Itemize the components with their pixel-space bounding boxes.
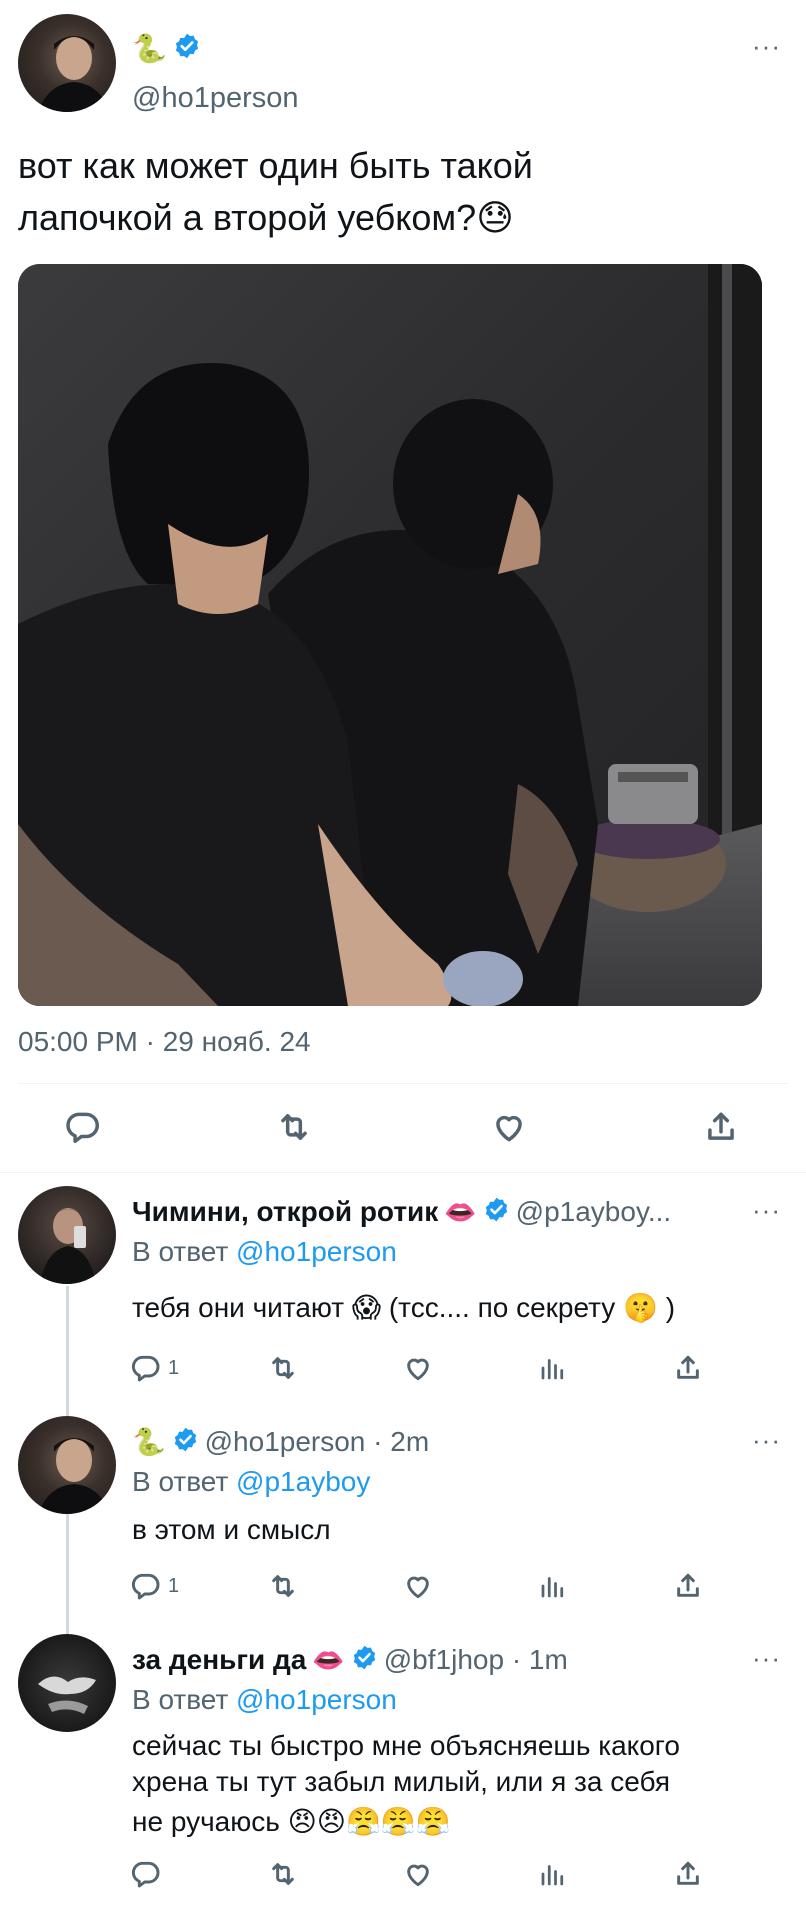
reply-prefix: В ответ [132, 1466, 229, 1497]
retweet-button[interactable] [266, 1570, 300, 1602]
avatar-photo-icon [38, 36, 110, 112]
share-button[interactable] [672, 1858, 704, 1890]
retweet-button[interactable] [266, 1858, 300, 1890]
reply-icon [131, 1355, 160, 1382]
reply-text: сейчас ты быстро мне объясняешь какого х… [132, 1728, 680, 1840]
author-display-name[interactable]: 🐍 [132, 32, 167, 65]
verified-badge-icon [351, 1644, 378, 1676]
retweet-icon [272, 1357, 294, 1379]
views-icon [541, 1359, 564, 1380]
reply-avatar[interactable] [18, 1634, 116, 1732]
reply-prefix: В ответ [132, 1684, 229, 1715]
views-button[interactable] [538, 1570, 568, 1602]
share-icon [677, 1355, 699, 1379]
more-icon[interactable]: ··· [752, 33, 781, 59]
more-icon[interactable]: ··· [752, 1645, 781, 1671]
reply-header: за деньги да 👄 @bf1jhop · 1m [132, 1642, 568, 1678]
views-icon [541, 1577, 564, 1598]
author-name-row: 🐍 [132, 30, 201, 66]
reply-text-line: сейчас ты быстро мне объясняешь какого [132, 1730, 680, 1761]
reply-button[interactable] [130, 1858, 162, 1890]
photo-two-men-black-shirts-icon [18, 264, 762, 1006]
reply-icon [131, 1861, 160, 1888]
tweet-text-line: вот как может один быть такой [18, 145, 533, 186]
emoji-sweat: 😓 [476, 197, 514, 238]
reply-display-name[interactable]: Чимини, открой ротик [132, 1196, 438, 1228]
like-icon [407, 1864, 429, 1887]
like-button[interactable] [402, 1570, 434, 1602]
tweet-text-line-2: лапочкой а второй уебком?😓 [18, 192, 533, 244]
views-icon [541, 1865, 564, 1886]
avatar-photo-icon [38, 1676, 96, 1714]
reply-count: 1 [168, 1356, 180, 1379]
retweet-icon [281, 1114, 307, 1140]
reply-display-name[interactable]: за деньги да [132, 1644, 306, 1676]
author-handle[interactable]: @ho1person [132, 82, 299, 115]
reply-to-line: В ответ @ho1person [132, 1682, 397, 1718]
reply-avatar[interactable] [18, 1186, 116, 1284]
avatar-photo-icon [40, 1208, 96, 1284]
more-icon[interactable]: ··· [752, 1427, 781, 1453]
reply-to-line: В ответ @ho1person [132, 1234, 397, 1270]
share-button[interactable] [672, 1352, 704, 1384]
share-icon [677, 1861, 699, 1885]
views-button[interactable] [538, 1352, 568, 1384]
verified-badge-icon [172, 1426, 199, 1458]
like-icon [407, 1576, 429, 1599]
share-button[interactable] [702, 1108, 740, 1146]
share-icon [708, 1112, 734, 1140]
reply-text-line-3: не ручаюсь 😠😠😤😤😤 [132, 1804, 680, 1840]
reply-avatar[interactable] [18, 1416, 116, 1514]
tweet-text: вот как может один быть такой лапочкой а… [18, 140, 533, 244]
retweet-button[interactable] [266, 1352, 300, 1384]
like-icon [496, 1115, 522, 1142]
reply-prefix: В ответ [132, 1236, 229, 1267]
tweet-timestamp[interactable]: 05:00 PM · 29 нояб. 24 [18, 1026, 311, 1058]
reply-header: 🐍 @ho1person · 2m [132, 1424, 429, 1460]
reply-button[interactable]: 1 [130, 1570, 179, 1602]
reply-to-line: В ответ @p1ayboy [132, 1464, 370, 1500]
tweet-photo[interactable] [18, 264, 762, 1006]
reply-header: Чимини, открой ротик 👄 @p1ayboy... [132, 1194, 671, 1230]
reply-handle[interactable]: @p1ayboy... [516, 1196, 672, 1228]
reply-handle[interactable]: @ho1person · 2m [205, 1426, 430, 1458]
reply-text-line: не ручаюсь [132, 1806, 280, 1837]
reply-display-name[interactable]: 🐍 [132, 1426, 166, 1458]
like-button[interactable] [490, 1108, 528, 1146]
share-button[interactable] [672, 1570, 704, 1602]
like-icon [407, 1358, 429, 1381]
views-button[interactable] [538, 1858, 568, 1890]
like-button[interactable] [402, 1858, 434, 1890]
reply-button[interactable]: 1 [130, 1352, 179, 1384]
verified-badge-icon [173, 32, 201, 65]
reply-text-line: хрена ты тут забыл милый, или я за себя [132, 1766, 671, 1797]
reply-icon [66, 1112, 99, 1143]
angry-emoji-row: 😠😠😤😤😤 [287, 1806, 451, 1837]
avatar-photo-icon [38, 1438, 110, 1514]
reply-handle[interactable]: @bf1jhop · 1m [384, 1644, 568, 1676]
retweet-icon [272, 1863, 294, 1885]
lips-emoji: 👄 [312, 1644, 345, 1675]
reply-icon [131, 1573, 160, 1600]
retweet-button[interactable] [274, 1108, 314, 1146]
tweet-text-line-2-text: лапочкой а второй уебком? [18, 197, 477, 238]
reply-to-link[interactable]: @ho1person [236, 1236, 397, 1267]
reply-text: в этом и смысл [132, 1514, 331, 1545]
divider [0, 1172, 806, 1173]
verified-badge-icon [483, 1196, 510, 1228]
reply-count: 1 [168, 1574, 180, 1597]
retweet-icon [272, 1575, 294, 1597]
lips-emoji: 👄 [444, 1196, 477, 1227]
reply-text: тебя они читают 😱 (тсс.... по секрету 🤫 … [132, 1292, 676, 1323]
more-icon[interactable]: ··· [752, 1197, 781, 1223]
like-button[interactable] [402, 1352, 434, 1384]
thread-line [66, 1286, 69, 1416]
divider [18, 1083, 788, 1084]
author-avatar[interactable] [18, 14, 116, 112]
reply-button[interactable] [64, 1108, 102, 1146]
reply-to-link[interactable]: @ho1person [236, 1684, 397, 1715]
share-icon [677, 1573, 699, 1597]
reply-to-link[interactable]: @p1ayboy [236, 1466, 370, 1497]
thread-line [66, 1514, 69, 1634]
